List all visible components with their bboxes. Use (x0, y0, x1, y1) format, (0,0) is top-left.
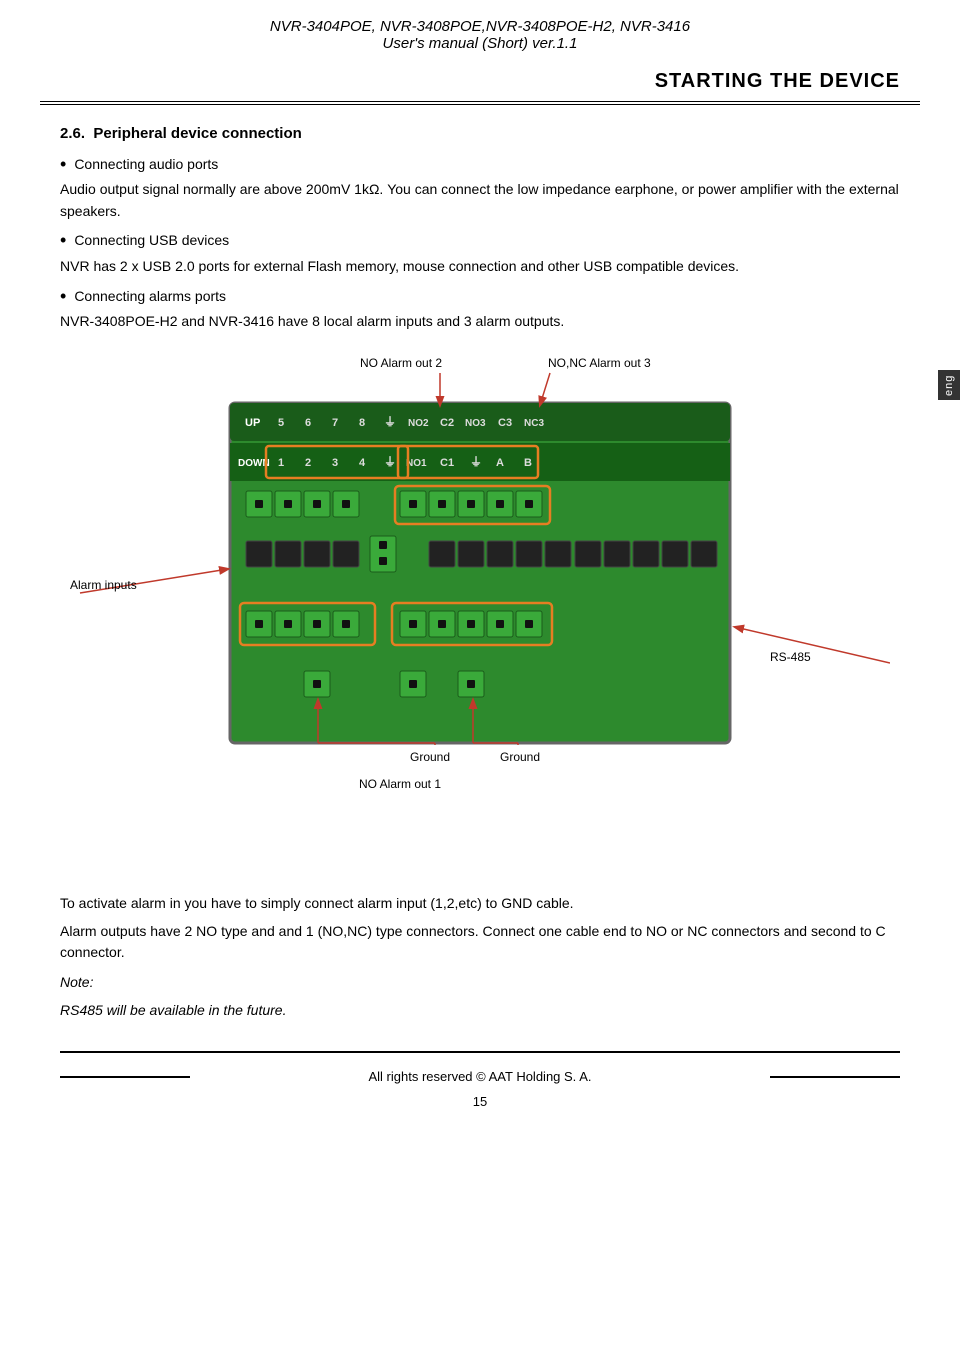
svg-text:Ground: Ground (410, 750, 450, 764)
bullet-text-alarms: Connecting alarms ports (74, 286, 226, 307)
svg-text:4: 4 (359, 457, 366, 469)
svg-text:3: 3 (332, 457, 338, 469)
footer-rule-left (60, 1076, 190, 1078)
section-title: STARTING THE DEVICE (0, 60, 960, 101)
header-title-line1: NVR-3404POE, NVR-3408POE,NVR-3408POE-H2,… (60, 18, 900, 35)
label-no-alarm-out2: NO Alarm out 2 (360, 356, 442, 370)
svg-text:8: 8 (359, 417, 365, 429)
svg-text:NO,NC Alarm out 3: NO,NC Alarm out 3 (548, 356, 651, 370)
label-rs485: RS-485 (770, 650, 811, 664)
bullet-text-audio: Connecting audio ports (74, 154, 218, 175)
header-title-line2: User's manual (Short) ver.1.1 (60, 35, 900, 52)
alarm-outputs-paragraph: Alarm outputs have 2 NO type and and 1 (… (60, 921, 900, 964)
bullet-dot-usb: • (60, 230, 66, 252)
svg-text:⏚: ⏚ (470, 455, 482, 469)
svg-text:5: 5 (278, 417, 284, 429)
svg-text:NO3: NO3 (465, 418, 486, 429)
svg-text:Alarm inputs: Alarm inputs (70, 578, 137, 592)
bullet-text-usb: Connecting USB devices (74, 230, 229, 251)
footer-rule (60, 1051, 900, 1053)
alarm-diagram-svg: UP 5 6 7 8 ⏚ NO2 C2 NO3 C3 NC3 DOWN 1 2 … (70, 343, 890, 883)
section-heading-text: Peripheral device connection (93, 125, 301, 142)
svg-text:NO Alarm out 1: NO Alarm out 1 (359, 777, 441, 791)
svg-text:⏚: ⏚ (384, 455, 396, 469)
content-area: 2.6. Peripheral device connection • Conn… (0, 105, 960, 333)
svg-text:C2: C2 (440, 417, 454, 429)
section-heading: 2.6. Peripheral device connection (60, 123, 900, 146)
bullet-usb: • Connecting USB devices (60, 230, 900, 252)
svg-text:C1: C1 (440, 457, 454, 469)
svg-text:NC3: NC3 (524, 418, 544, 429)
label-ground1: Ground (410, 750, 450, 764)
svg-text:⏚: ⏚ (384, 415, 396, 429)
page: NVR-3404POE, NVR-3408POE,NVR-3408POE-H2,… (0, 0, 960, 1348)
note-label: Note: (60, 972, 900, 994)
svg-text:UP: UP (245, 417, 260, 429)
page-number: 15 (0, 1090, 960, 1119)
svg-text:B: B (524, 457, 532, 469)
footer-copyright: All rights reserved © AAT Holding S. A. (369, 1069, 592, 1084)
bottom-content: To activate alarm in you have to simply … (0, 893, 960, 1021)
label-no-alarm-out1: NO Alarm out 1 (359, 777, 441, 791)
label-alarm-inputs: Alarm inputs (70, 578, 137, 592)
svg-text:2: 2 (305, 457, 311, 469)
footer-rule-right (770, 1076, 900, 1078)
footer: All rights reserved © AAT Holding S. A. (0, 1063, 960, 1090)
activate-paragraph: To activate alarm in you have to simply … (60, 893, 900, 915)
section-number: 2.6. (60, 125, 85, 142)
svg-text:RS-485: RS-485 (770, 650, 811, 664)
svg-text:7: 7 (332, 417, 338, 429)
eng-badge: eng (938, 370, 960, 400)
bullet-audio: • Connecting audio ports (60, 154, 900, 176)
svg-text:NO2: NO2 (408, 418, 429, 429)
label-ground2: Ground (500, 750, 540, 764)
svg-text:NO Alarm out 2: NO Alarm out 2 (360, 356, 442, 370)
alarms-paragraph: NVR-3408POE-H2 and NVR-3416 have 8 local… (60, 311, 900, 333)
svg-text:1: 1 (278, 457, 284, 469)
usb-paragraph: NVR has 2 x USB 2.0 ports for external F… (60, 256, 900, 278)
label-nonc-alarm-out3: NO,NC Alarm out 3 (548, 356, 651, 370)
svg-text:Ground: Ground (500, 750, 540, 764)
svg-text:A: A (496, 457, 504, 469)
terminal-row-2 (246, 536, 717, 572)
audio-paragraph: Audio output signal normally are above 2… (60, 179, 900, 222)
page-header: NVR-3404POE, NVR-3408POE,NVR-3408POE-H2,… (0, 0, 960, 60)
note-text: RS485 will be available in the future. (60, 1000, 900, 1022)
bullet-dot-alarms: • (60, 286, 66, 308)
bullet-alarms: • Connecting alarms ports (60, 286, 900, 308)
bullet-dot-audio: • (60, 154, 66, 176)
diagram-container: UP 5 6 7 8 ⏚ NO2 C2 NO3 C3 NC3 DOWN 1 2 … (70, 343, 890, 883)
svg-text:C3: C3 (498, 417, 512, 429)
svg-text:6: 6 (305, 417, 311, 429)
